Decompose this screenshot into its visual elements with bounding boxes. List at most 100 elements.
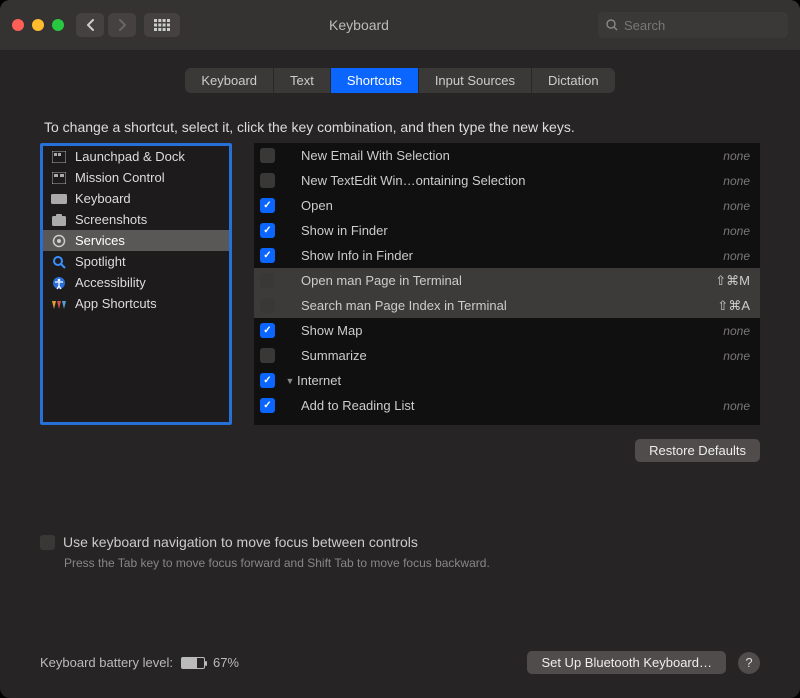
category-app-shortcuts[interactable]: App Shortcuts [43, 293, 229, 314]
row-label: Add to Reading List [285, 398, 723, 413]
window-body: KeyboardTextShortcutsInput SourcesDictat… [0, 50, 800, 698]
row-shortcut[interactable]: none [723, 349, 752, 363]
category-mission-control[interactable]: Mission Control [43, 167, 229, 188]
keyboard-nav-label: Use keyboard navigation to move focus be… [63, 534, 418, 550]
category-spotlight[interactable]: Spotlight [43, 251, 229, 272]
accessibility-icon [51, 276, 67, 290]
launchpad-icon [51, 150, 67, 164]
traffic-lights [12, 19, 64, 31]
battery-percent: 67% [213, 655, 239, 670]
row-checkbox[interactable]: ✓ [260, 248, 275, 263]
screenshots-icon [51, 213, 67, 227]
disclosure-triangle-icon[interactable]: ▼ [285, 376, 295, 386]
row-shortcut[interactable]: none [723, 224, 752, 238]
row-shortcut[interactable]: none [723, 199, 752, 213]
window-title: Keyboard [120, 17, 598, 33]
battery-label: Keyboard battery level: [40, 655, 173, 670]
row-shortcut[interactable]: ⇧⌘M [715, 273, 752, 289]
minimize-button[interactable] [32, 19, 44, 31]
category-accessibility[interactable]: Accessibility [43, 272, 229, 293]
shortcut-row[interactable]: ✓ Show Mapnone [254, 318, 760, 343]
category-label: Spotlight [75, 254, 126, 269]
category-label: Mission Control [75, 170, 165, 185]
shortcut-row[interactable]: New TextEdit Win…ontaining Selectionnone [254, 168, 760, 193]
row-checkbox[interactable]: ✓ [260, 323, 275, 338]
category-sidebar[interactable]: Launchpad & Dock Mission Control Keyboard S… [40, 143, 232, 425]
keyboard-nav-option: Use keyboard navigation to move focus be… [40, 534, 760, 570]
tab-text[interactable]: Text [274, 68, 331, 93]
shortcut-row[interactable]: Summarizenone [254, 343, 760, 368]
keyboard-nav-checkbox[interactable] [40, 535, 55, 550]
shortcut-row[interactable]: Open man Page in Terminal⇧⌘M [254, 268, 760, 293]
footer: Keyboard battery level: 67% Set Up Bluet… [40, 651, 760, 674]
mission-icon [51, 171, 67, 185]
row-label: Internet [297, 373, 752, 388]
category-label: Keyboard [75, 191, 131, 206]
category-screenshots[interactable]: Screenshots [43, 209, 229, 230]
category-launchpad-dock[interactable]: Launchpad & Dock [43, 146, 229, 167]
tab-shortcuts[interactable]: Shortcuts [331, 68, 419, 93]
search-placeholder: Search [624, 18, 665, 33]
search-field[interactable]: Search [598, 12, 788, 38]
row-checkbox[interactable] [260, 348, 275, 363]
apps-icon [51, 297, 67, 311]
row-shortcut[interactable]: none [723, 149, 752, 163]
tab-keyboard[interactable]: Keyboard [185, 68, 274, 93]
shortcut-row[interactable]: New Email With Selectionnone [254, 143, 760, 168]
row-label: Search man Page Index in Terminal [285, 298, 717, 313]
row-shortcut[interactable]: none [723, 399, 752, 413]
shortcuts-list[interactable]: New Email With SelectionnoneNew TextEdit… [254, 143, 760, 425]
row-label: Show Info in Finder [285, 248, 723, 263]
prefs-window: Keyboard Search KeyboardTextShortcutsInp… [0, 0, 800, 698]
keyboard-icon [51, 192, 67, 206]
shortcut-row[interactable]: ✓ ▼Internet [254, 368, 760, 393]
restore-defaults-button[interactable]: Restore Defaults [635, 439, 760, 462]
category-label: Accessibility [75, 275, 146, 290]
row-checkbox[interactable]: ✓ [260, 198, 275, 213]
help-button[interactable]: ? [738, 652, 760, 674]
row-checkbox[interactable]: ✓ [260, 398, 275, 413]
row-label: Summarize [285, 348, 723, 363]
row-checkbox[interactable] [260, 173, 275, 188]
bluetooth-keyboard-button[interactable]: Set Up Bluetooth Keyboard… [527, 651, 726, 674]
row-label: Open man Page in Terminal [285, 273, 715, 288]
category-label: Services [75, 233, 125, 248]
category-label: Launchpad & Dock [75, 149, 185, 164]
shortcut-row[interactable]: ✓ Show in Findernone [254, 218, 760, 243]
tab-group: KeyboardTextShortcutsInput SourcesDictat… [40, 68, 760, 93]
category-keyboard[interactable]: Keyboard [43, 188, 229, 209]
services-icon [51, 234, 67, 248]
category-label: App Shortcuts [75, 296, 157, 311]
row-checkbox[interactable]: ✓ [260, 223, 275, 238]
close-button[interactable] [12, 19, 24, 31]
row-checkbox[interactable] [260, 298, 275, 313]
row-label: New Email With Selection [285, 148, 723, 163]
category-services[interactable]: Services [43, 230, 229, 251]
row-checkbox[interactable] [260, 273, 275, 288]
row-shortcut[interactable]: none [723, 324, 752, 338]
shortcut-row[interactable]: ✓ Add to Reading Listnone [254, 393, 760, 418]
row-shortcut[interactable]: none [723, 249, 752, 263]
row-label: Show Map [285, 323, 723, 338]
panes-row: Launchpad & Dock Mission Control Keyboard S… [40, 143, 760, 425]
back-button[interactable] [76, 13, 104, 37]
spotlight-icon [51, 255, 67, 269]
row-checkbox[interactable]: ✓ [260, 373, 275, 388]
row-checkbox[interactable] [260, 148, 275, 163]
instruction-text: To change a shortcut, select it, click t… [44, 119, 760, 135]
shortcut-row[interactable]: Search man Page Index in Terminal⇧⌘A [254, 293, 760, 318]
battery-status: Keyboard battery level: 67% [40, 655, 239, 670]
tab-dictation[interactable]: Dictation [532, 68, 615, 93]
zoom-button[interactable] [52, 19, 64, 31]
row-label: Show in Finder [285, 223, 723, 238]
shortcut-row[interactable]: ✓ Opennone [254, 193, 760, 218]
restore-row: Restore Defaults [40, 439, 760, 462]
battery-icon [181, 657, 205, 669]
row-label: Open [285, 198, 723, 213]
titlebar: Keyboard Search [0, 0, 800, 50]
row-label: New TextEdit Win…ontaining Selection [285, 173, 723, 188]
row-shortcut[interactable]: none [723, 174, 752, 188]
tab-input-sources[interactable]: Input Sources [419, 68, 532, 93]
row-shortcut[interactable]: ⇧⌘A [717, 298, 752, 314]
shortcut-row[interactable]: ✓ Show Info in Findernone [254, 243, 760, 268]
